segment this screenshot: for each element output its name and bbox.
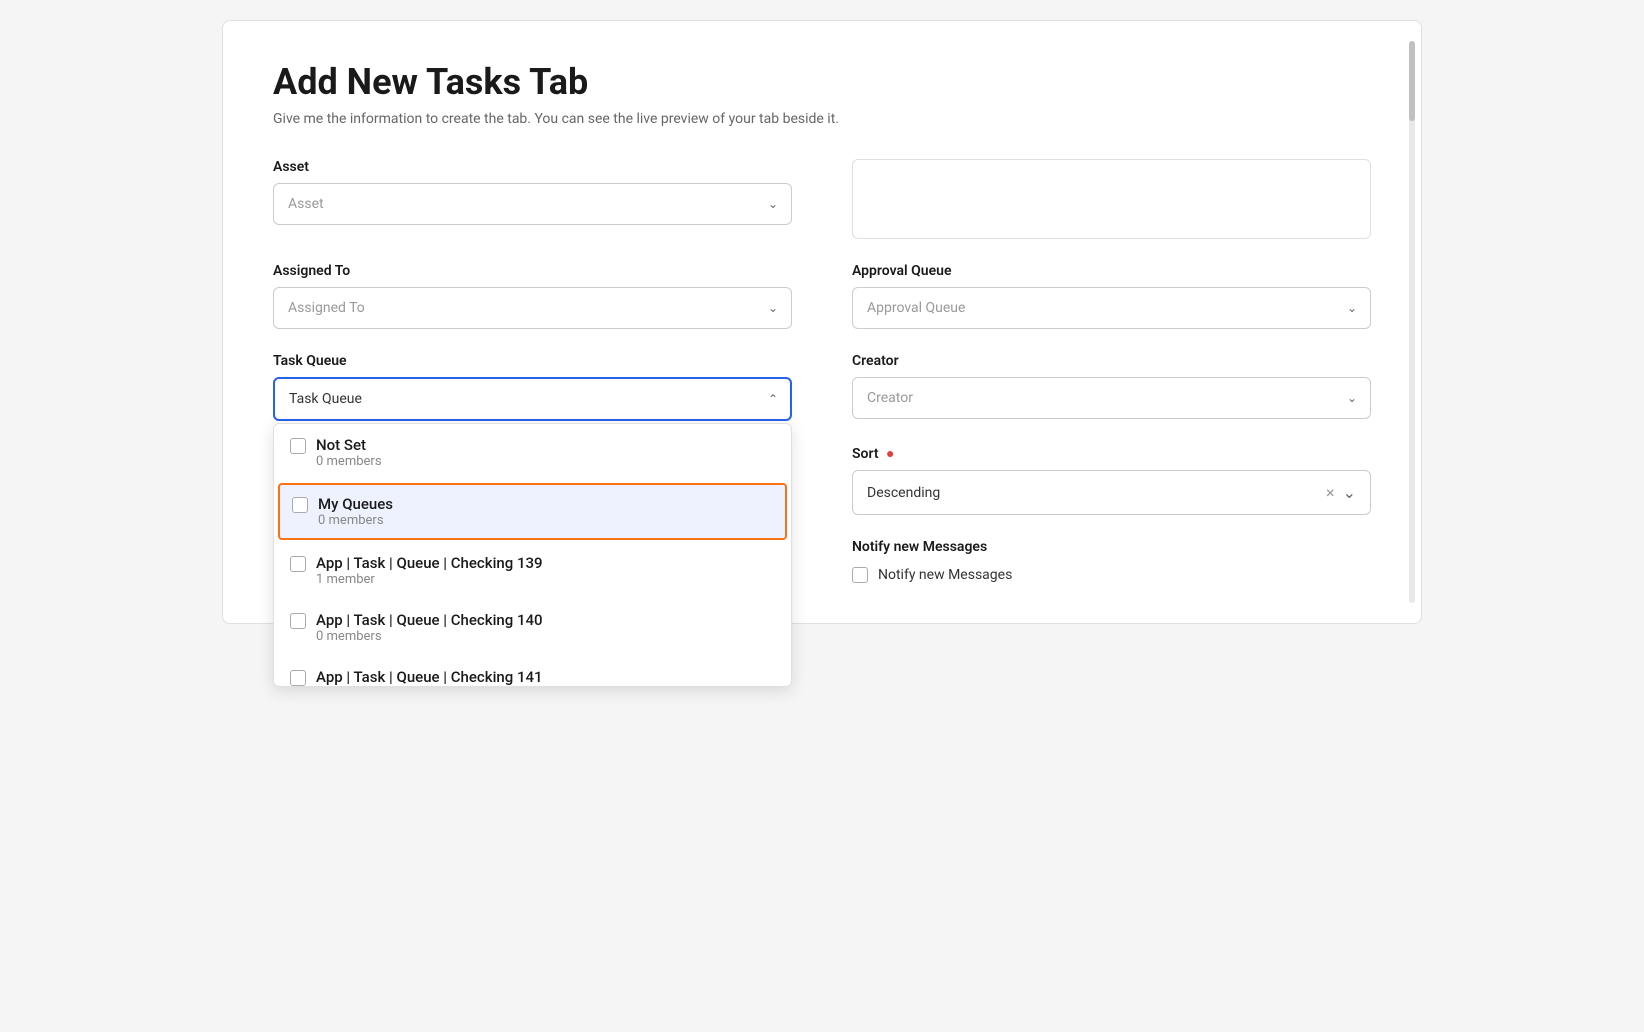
asset-placeholder: Asset [288,196,324,212]
checkbox-checking-140[interactable] [290,613,306,629]
page-container: Add New Tasks Tab Give me the informatio… [222,20,1422,624]
approval-queue-select-wrapper: Approval Queue ⌄ [852,287,1371,329]
creator-select[interactable]: Creator [852,377,1371,419]
task-queue-placeholder: Task Queue [289,391,362,407]
sort-clear-icon[interactable]: × [1326,483,1335,502]
assigned-to-group: Assigned To Assigned To ⌄ [273,263,792,329]
my-queues-text: My Queues 0 members [318,495,393,528]
not-set-name: Not Set [316,436,382,454]
checking-140-sub: 0 members [316,629,543,644]
asset-group: Asset Asset ⌄ [273,159,792,239]
page-subtitle: Give me the information to create the ta… [273,111,1371,127]
checking-141-name: App | Task | Queue | Checking 141 [316,668,543,686]
notify-label: Notify new Messages [852,539,1371,555]
task-queue-dropdown-menu: Not Set 0 members My Queues 0 members [273,423,792,687]
sort-select[interactable]: Descending × ⌄ [852,470,1371,515]
checkbox-checking-141[interactable] [290,670,306,686]
assigned-to-label: Assigned To [273,263,792,279]
checking-139-sub: 1 member [316,572,543,587]
dropdown-item-checking-141[interactable]: App | Task | Queue | Checking 141 [274,656,791,686]
creator-placeholder: Creator [867,390,913,406]
assigned-to-select[interactable]: Assigned To [273,287,792,329]
dropdown-item-checking-140[interactable]: App | Task | Queue | Checking 140 0 memb… [274,599,791,656]
checking-139-name: App | Task | Queue | Checking 139 [316,554,543,572]
assigned-to-select-wrapper: Assigned To ⌄ [273,287,792,329]
checkbox-my-queues[interactable] [292,497,308,513]
sort-value: Descending [867,485,940,501]
asset-select-wrapper: Asset ⌄ [273,183,792,225]
dropdown-item-my-queues[interactable]: My Queues 0 members [278,483,787,540]
sort-label: Sort ● [852,445,1371,462]
approval-queue-select[interactable]: Approval Queue [852,287,1371,329]
creator-label: Creator [852,353,1371,369]
checking-140-name: App | Task | Queue | Checking 140 [316,611,543,629]
creator-select-wrapper: Creator ⌄ [852,377,1371,419]
my-queues-name: My Queues [318,495,393,513]
notify-group: Notify new Messages Notify new Messages [852,539,1371,583]
preview-group [852,159,1371,239]
page-title: Add New Tasks Tab [273,61,1371,103]
task-queue-label: Task Queue [273,353,792,369]
checkbox-checking-139[interactable] [290,556,306,572]
notify-row: Notify new Messages [852,567,1371,583]
not-set-sub: 0 members [316,454,382,469]
task-queue-group: Task Queue Task Queue ⌃ Not Set 0 mem [273,353,792,421]
sort-group: Sort ● Descending × ⌄ [852,445,1371,515]
preview-box [852,159,1371,239]
checking-141-text: App | Task | Queue | Checking 141 [316,668,543,686]
approval-queue-group: Approval Queue Approval Queue ⌄ [852,263,1371,329]
creator-group: Creator Creator ⌄ [852,353,1371,421]
form-grid: Asset Asset ⌄ Assigned To Assigned To ⌄ [273,159,1371,583]
asset-label: Asset [273,159,792,175]
sort-required-dot: ● [886,446,894,462]
notify-checkbox[interactable] [852,567,868,583]
task-queue-dropdown-container: Task Queue ⌃ Not Set 0 members [273,377,792,421]
approval-queue-placeholder: Approval Queue [867,300,965,316]
sort-chevron-icon: ⌄ [1343,483,1356,502]
dropdown-item-not-set[interactable]: Not Set 0 members [274,424,791,481]
task-queue-select-wrapper: Task Queue ⌃ [273,377,792,421]
not-set-text: Not Set 0 members [316,436,382,469]
asset-select[interactable]: Asset [273,183,792,225]
checking-139-text: App | Task | Queue | Checking 139 1 memb… [316,554,543,587]
scrollbar-thumb[interactable] [1409,41,1415,121]
sort-icons: × ⌄ [1326,483,1356,502]
checkbox-not-set[interactable] [290,438,306,454]
approval-queue-label: Approval Queue [852,263,1371,279]
my-queues-sub: 0 members [318,513,393,528]
dropdown-item-checking-139[interactable]: App | Task | Queue | Checking 139 1 memb… [274,542,791,599]
notify-checkbox-label: Notify new Messages [878,567,1012,583]
scrollbar-track[interactable] [1409,41,1415,603]
task-queue-select[interactable]: Task Queue [273,377,792,421]
checking-140-text: App | Task | Queue | Checking 140 0 memb… [316,611,543,644]
assigned-to-placeholder: Assigned To [288,300,365,316]
